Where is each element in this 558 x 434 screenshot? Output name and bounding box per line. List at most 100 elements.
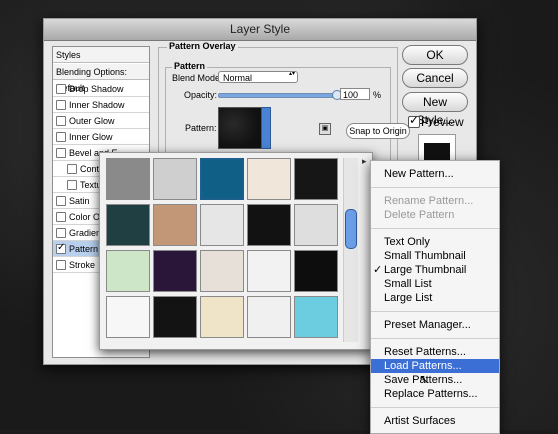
menu-item[interactable]: Preset Manager...: [371, 318, 499, 332]
checkmark-icon: ✓: [373, 264, 383, 276]
preview-label: Preview: [421, 115, 464, 129]
menu-separator: [371, 338, 499, 339]
style-checkbox[interactable]: [67, 164, 77, 174]
menu-item[interactable]: ✓ Large Thumbnail: [371, 263, 499, 277]
menu-item[interactable]: Text Only: [371, 235, 499, 249]
style-checkbox[interactable]: [56, 228, 66, 238]
dialog-title: Layer Style: [44, 19, 476, 41]
menu-separator: [371, 311, 499, 312]
cancel-button[interactable]: Cancel: [402, 68, 468, 88]
pattern-swatch-item[interactable]: [153, 296, 197, 338]
style-item[interactable]: Inner Glow: [53, 129, 149, 145]
menu-item-label: Artist Surfaces: [384, 415, 456, 427]
picker-scrollbar-track[interactable]: [343, 158, 358, 342]
menu-item[interactable]: Artist Surfaces: [371, 414, 499, 428]
pattern-swatch-item[interactable]: [200, 296, 244, 338]
ok-button[interactable]: OK: [402, 45, 468, 65]
pattern-swatch-item[interactable]: [294, 204, 338, 246]
style-checkbox[interactable]: [56, 84, 66, 94]
pattern-swatch-item[interactable]: [294, 158, 338, 200]
menu-item[interactable]: Large List: [371, 291, 499, 305]
menu-item[interactable]: Rename Pattern...: [371, 194, 499, 208]
pattern-swatch-item[interactable]: [200, 158, 244, 200]
blend-mode-label: Blend Mode:: [172, 73, 223, 83]
menu-item[interactable]: Load Patterns...: [371, 359, 499, 373]
menu-item-label: Preset Manager...: [384, 319, 471, 331]
menu-item[interactable]: Delete Pattern: [371, 208, 499, 222]
pattern-swatch-item[interactable]: [106, 204, 150, 246]
menu-item-label: Large Thumbnail: [384, 264, 467, 276]
pattern-subgroup-title: Pattern: [172, 61, 208, 71]
menu-item[interactable]: Reset Patterns...: [371, 345, 499, 359]
menu-item[interactable]: Small Thumbnail: [371, 249, 499, 263]
mouse-pointer-icon: ↖: [419, 372, 430, 386]
menu-separator: [371, 187, 499, 188]
menu-item-label: Large List: [384, 292, 433, 304]
pattern-label: Pattern:: [185, 123, 217, 133]
pattern-menu: New Pattern... Rename Pattern... Delete Pa…: [370, 160, 500, 434]
style-checkbox[interactable]: [56, 196, 66, 206]
opacity-input[interactable]: 100: [340, 88, 370, 100]
menu-item[interactable]: Save Patterns...: [371, 373, 499, 387]
pattern-swatch-item[interactable]: [106, 250, 150, 292]
pattern-swatch-item[interactable]: [294, 296, 338, 338]
pattern-swatch-item[interactable]: [247, 250, 291, 292]
style-checkbox[interactable]: [56, 212, 66, 222]
style-item-label: Inner Shadow: [69, 100, 125, 110]
pattern-swatch-item[interactable]: [200, 250, 244, 292]
pattern-picker-toggle[interactable]: [261, 107, 271, 149]
opacity-unit: %: [373, 90, 382, 100]
menu-item-label: Reset Patterns...: [384, 346, 466, 358]
new-preset-icon[interactable]: ▣: [319, 123, 331, 135]
preview-checkbox[interactable]: [408, 113, 420, 128]
pattern-picker: [99, 152, 373, 350]
style-checkbox[interactable]: [56, 148, 66, 158]
menu-item[interactable]: Replace Patterns...: [371, 387, 499, 401]
menu-item-label: Small Thumbnail: [384, 250, 466, 262]
menu-item[interactable]: Small List: [371, 277, 499, 291]
blend-mode-value: Normal: [223, 73, 253, 83]
style-item-label: Inner Glow: [69, 132, 113, 142]
menu-separator: [371, 228, 499, 229]
style-checkbox[interactable]: [56, 260, 66, 270]
pattern-swatch-item[interactable]: [153, 204, 197, 246]
style-checkbox[interactable]: [56, 132, 66, 142]
snap-to-origin-button[interactable]: Snap to Origin: [346, 123, 410, 139]
menu-separator: [371, 407, 499, 408]
pattern-swatch-item[interactable]: [106, 296, 150, 338]
pattern-swatch-item[interactable]: [294, 250, 338, 292]
style-item[interactable]: Outer Glow: [53, 113, 149, 129]
style-checkbox[interactable]: [67, 180, 77, 190]
pattern-overlay-title: Pattern Overlay: [167, 41, 238, 51]
new-style-button[interactable]: New Style...: [402, 92, 468, 127]
pattern-swatch-item[interactable]: [153, 158, 197, 200]
style-checkbox[interactable]: [56, 100, 66, 110]
pattern-swatch-item[interactable]: [247, 158, 291, 200]
style-item-label: Stroke: [69, 260, 96, 270]
menu-item-label: Load Patterns...: [384, 360, 462, 372]
styles-header[interactable]: Styles: [53, 47, 149, 63]
pattern-swatch-item[interactable]: [200, 204, 244, 246]
blend-mode-select[interactable]: Normal: [218, 71, 298, 83]
style-checkbox[interactable]: [56, 241, 66, 256]
picker-scrollbar-thumb[interactable]: [345, 209, 357, 249]
pattern-swatch-item[interactable]: [153, 250, 197, 292]
pattern-swatch-item[interactable]: [247, 296, 291, 338]
menu-item-label: Rename Pattern...: [384, 195, 474, 207]
style-item-label: Outer Glow: [69, 116, 115, 126]
menu-item[interactable]: New Pattern...: [371, 167, 499, 181]
blending-options[interactable]: Blending Options: Default: [53, 64, 149, 93]
menu-item-label: Small List: [384, 278, 432, 290]
menu-item-label: Delete Pattern: [384, 209, 455, 221]
style-checkbox[interactable]: [56, 116, 66, 126]
opacity-slider[interactable]: [218, 90, 342, 100]
menu-item-label: Replace Patterns...: [384, 388, 478, 400]
style-item[interactable]: Drop Shadow: [53, 81, 149, 97]
opacity-label: Opacity:: [184, 90, 218, 100]
style-item[interactable]: Inner Shadow: [53, 97, 149, 113]
pattern-swatch-item[interactable]: [247, 204, 291, 246]
style-item-label: Drop Shadow: [69, 84, 124, 94]
style-item-label: Satin: [69, 196, 90, 206]
menu-item-label: Text Only: [384, 236, 430, 248]
pattern-swatch-item[interactable]: [106, 158, 150, 200]
